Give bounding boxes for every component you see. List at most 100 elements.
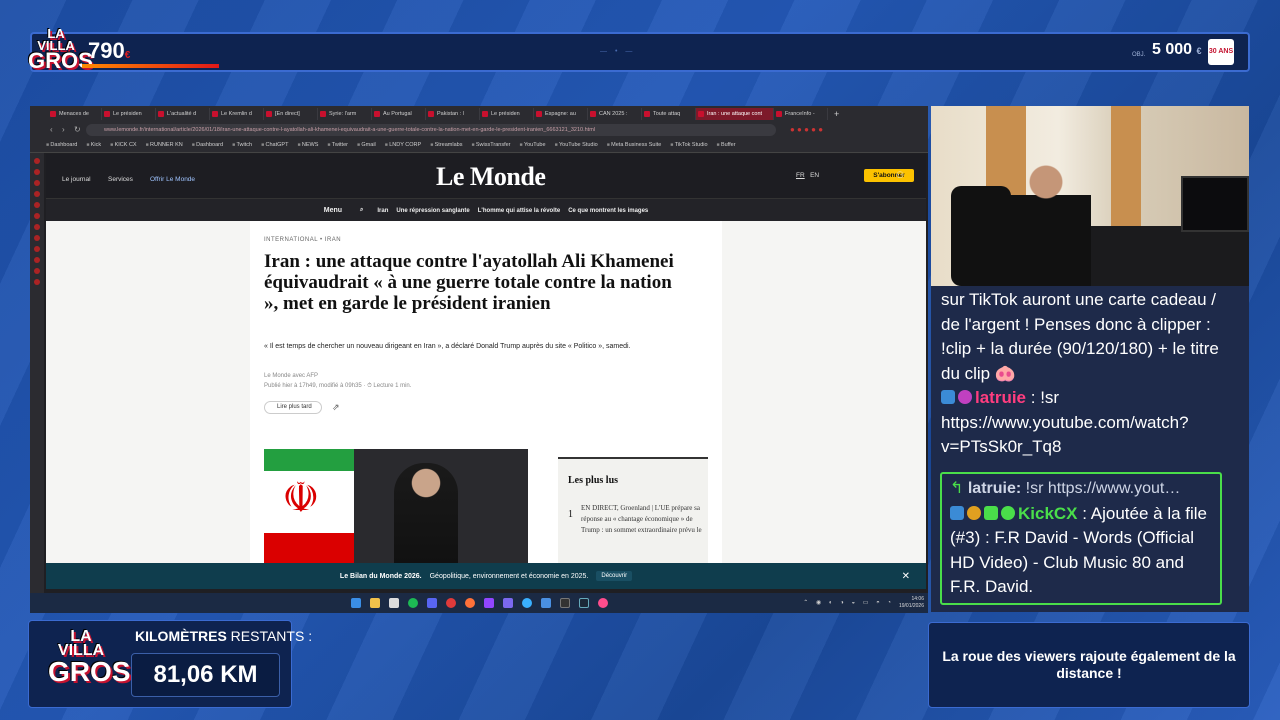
- site-logo[interactable]: Le Monde: [436, 162, 546, 192]
- bookmark-item[interactable]: Kick: [86, 142, 101, 148]
- browser-sidebar: [30, 153, 44, 613]
- nav-link[interactable]: L'homme qui attise la révolte: [478, 208, 560, 214]
- bookmark-item[interactable]: Gmail: [357, 142, 375, 148]
- byline-date: Publié hier à 17h49, modifié à 09h35 · ⏱…: [264, 383, 412, 389]
- most-read-box: Les plus lus 1 EN DIRECT, Groenland | L'…: [558, 457, 708, 563]
- read-later-button[interactable]: Lire plus tard: [264, 401, 322, 414]
- bookmark-item[interactable]: Twitch: [232, 142, 252, 148]
- url-field[interactable]: www.lemonde.fr/international/article/202…: [86, 124, 776, 136]
- app-icon[interactable]: [521, 598, 532, 608]
- browser-tab[interactable]: Syrie: l'arm: [318, 108, 372, 120]
- bot-username[interactable]: KickCX: [1018, 504, 1078, 523]
- bookmark-item[interactable]: Dashboard: [46, 142, 77, 148]
- bookmark-item[interactable]: Streamlabs: [430, 142, 463, 148]
- sidebar-icon[interactable]: [34, 268, 40, 274]
- sidebar-icon[interactable]: [34, 191, 40, 197]
- nav-link[interactable]: Une répression sanglante: [396, 208, 469, 214]
- browser-tab[interactable]: Le Kremlin d: [210, 108, 264, 120]
- new-tab-icon[interactable]: +: [828, 109, 839, 119]
- bookmark-item[interactable]: NEWS: [297, 142, 319, 148]
- bookmark-item[interactable]: Twitter: [327, 142, 348, 148]
- chrome-icon[interactable]: [388, 598, 399, 608]
- forward-icon[interactable]: ›: [62, 125, 65, 134]
- bookmark-item[interactable]: KICK CX: [110, 142, 137, 148]
- account-icon[interactable]: ⚇: [896, 170, 904, 181]
- reply-arrow-icon: ↰: [950, 480, 964, 497]
- browser-tab[interactable]: FranceInfo -: [774, 108, 828, 120]
- spotify-icon[interactable]: [407, 598, 418, 608]
- browser-tab[interactable]: Au Portugal: [372, 108, 426, 120]
- chat-reply-message: ↰ latruie: !sr https://www.yout… KickCX …: [940, 472, 1222, 605]
- app-icon[interactable]: [502, 598, 513, 608]
- bookmark-item[interactable]: LNDY CORP: [385, 142, 421, 148]
- browser-tab[interactable]: Pakistan : l: [426, 108, 480, 120]
- system-tray-icons[interactable]: ⌃ ◉ ◐ ◑ ◒ ▭ ◓ ◔: [803, 599, 894, 606]
- donation-counter: 790€: [88, 38, 130, 64]
- tab-strip: Menaces de Le présiden L'actualité d Le Kre…: [30, 106, 928, 122]
- browser-tab[interactable]: Espagne: au: [534, 108, 588, 120]
- bookmark-item[interactable]: Meta Business Suite: [607, 142, 661, 148]
- close-icon[interactable]: ✕: [902, 571, 910, 582]
- bookmark-item[interactable]: YouTube Studio: [555, 142, 598, 148]
- firefox-icon[interactable]: [464, 598, 475, 608]
- sidebar-icon[interactable]: [34, 169, 40, 175]
- twitch-icon[interactable]: [483, 598, 494, 608]
- windows-icon[interactable]: [350, 598, 361, 608]
- goal-value: 5 000: [1152, 41, 1193, 58]
- clock[interactable]: 14:06 19/01/2026: [899, 596, 924, 610]
- president-photo: [394, 463, 458, 563]
- bookmark-item[interactable]: YouTube: [520, 142, 546, 148]
- browser-window: Menaces de Le présiden L'actualité d Le Kre…: [30, 106, 928, 613]
- menu-button[interactable]: Menu: [324, 207, 342, 214]
- explorer-icon[interactable]: [369, 598, 380, 608]
- verified-icon: [1001, 505, 1015, 520]
- browser-tab[interactable]: Le présiden: [102, 108, 156, 120]
- sidebar-icon[interactable]: [34, 246, 40, 252]
- services-link[interactable]: Services: [108, 176, 133, 183]
- journal-link[interactable]: Le journal: [62, 176, 91, 183]
- reload-icon[interactable]: ↻: [74, 125, 81, 134]
- nav-link[interactable]: Ce que montrent les images: [568, 208, 648, 214]
- steam-icon[interactable]: [578, 598, 589, 608]
- lang-fr[interactable]: FR: [796, 172, 805, 179]
- subscribe-button[interactable]: S'abonner: [864, 169, 914, 182]
- browser-tab[interactable]: L'actualité d: [156, 108, 210, 120]
- sidebar-icon[interactable]: [34, 224, 40, 230]
- search-icon[interactable]: ⌕: [360, 207, 363, 214]
- bookmark-item[interactable]: TikTok Studio: [670, 142, 708, 148]
- sidebar-icon[interactable]: [34, 279, 40, 285]
- chat-username[interactable]: latruie: [975, 388, 1026, 407]
- discord-icon[interactable]: [426, 598, 437, 608]
- sidebar-icon[interactable]: [34, 213, 40, 219]
- bookmark-item[interactable]: ChatGPT: [261, 142, 289, 148]
- browser-tab[interactable]: Iran : une attaque cont: [696, 108, 774, 120]
- browser-tab[interactable]: Menaces de: [48, 108, 102, 120]
- obs-icon[interactable]: [559, 598, 570, 608]
- sidebar-icon[interactable]: [34, 180, 40, 186]
- share-icon[interactable]: ⇗: [332, 402, 340, 413]
- back-icon[interactable]: ‹: [50, 125, 53, 134]
- app-icon[interactable]: [540, 598, 551, 608]
- sidebar-icon[interactable]: [34, 257, 40, 263]
- browser-tab[interactable]: CAN 2025 :: [588, 108, 642, 120]
- app-icon[interactable]: [597, 598, 608, 608]
- bookmark-item[interactable]: SwissTransfer: [471, 142, 511, 148]
- sidebar-icon[interactable]: [34, 158, 40, 164]
- most-read-link[interactable]: EN DIRECT, Groenland | L'UE prépare sa r…: [581, 503, 703, 536]
- nav-link[interactable]: Iran: [377, 208, 388, 214]
- banner-cta-button[interactable]: Découvrir: [596, 571, 633, 581]
- opera-icon[interactable]: [445, 598, 456, 608]
- logo-text-bottom: GROS: [28, 48, 93, 74]
- badge-icon: [941, 390, 955, 404]
- sidebar-icon[interactable]: [34, 235, 40, 241]
- gift-link[interactable]: Offrir Le Monde: [150, 176, 195, 183]
- browser-tab[interactable]: Le présiden: [480, 108, 534, 120]
- browser-tab[interactable]: Toute attaq: [642, 108, 696, 120]
- sidebar-icon[interactable]: [34, 202, 40, 208]
- bookmark-item[interactable]: Dashboard: [192, 142, 223, 148]
- bookmark-item[interactable]: RUNNER KN: [146, 142, 183, 148]
- lang-en[interactable]: EN: [810, 172, 819, 179]
- browser-tab[interactable]: [En direct]: [264, 108, 318, 120]
- extensions-icon[interactable]: ● ● ● ● ●: [790, 125, 823, 134]
- bookmark-item[interactable]: Buffer: [717, 142, 736, 148]
